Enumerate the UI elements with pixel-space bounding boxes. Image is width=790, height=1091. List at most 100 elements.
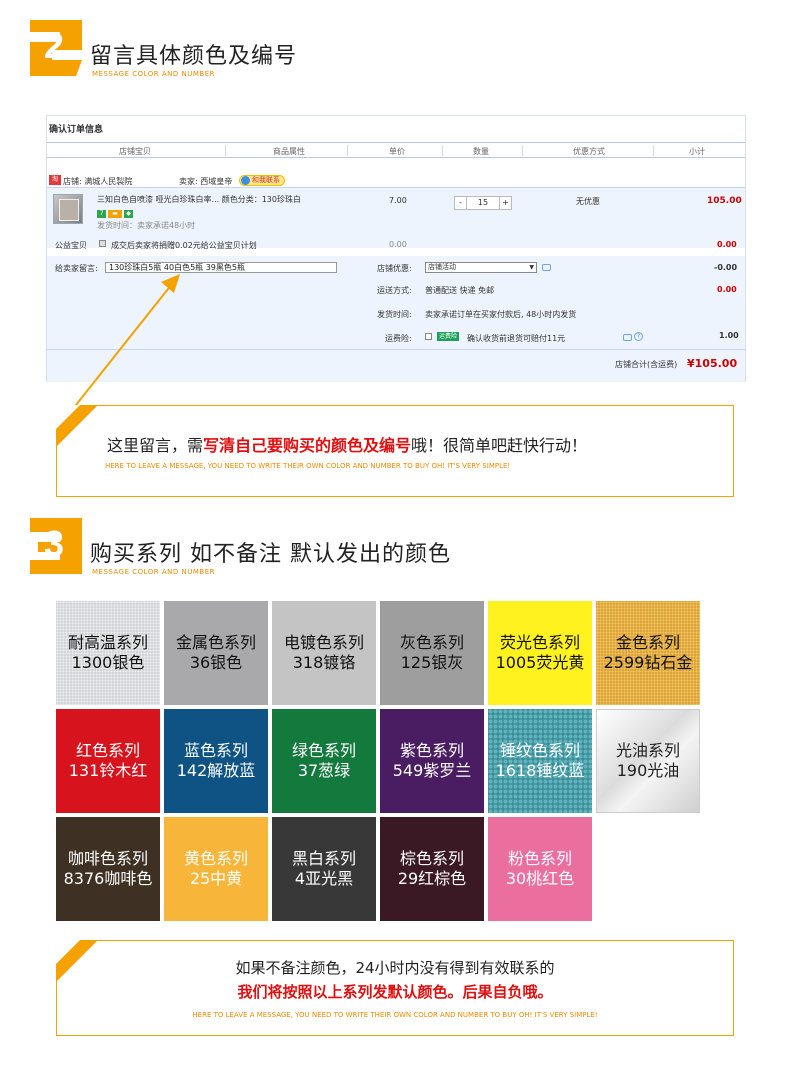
color-swatch: 金属色系列 36银色 <box>164 601 268 705</box>
promo-value: -0.00 <box>714 263 738 272</box>
color-swatch: 电镀色系列 318镀铬 <box>272 601 376 705</box>
contact-seller-button[interactable]: 和我联系 <box>239 175 285 186</box>
chat-icon[interactable] <box>542 264 551 271</box>
col-header-attr: 商品属性 <box>273 147 305 156</box>
color-swatch: 金色系列 2599钻石金 <box>596 601 700 705</box>
color-swatch: 黑白系列 4亚光黑 <box>272 817 376 921</box>
section2-number: 2 <box>44 25 64 66</box>
charity-checkbox[interactable] <box>99 240 106 247</box>
swatch-code: 190光油 <box>616 761 680 780</box>
color-swatch: 粉色系列 30桃红色 <box>488 817 592 921</box>
col-header-subtotal: 小计 <box>689 147 705 156</box>
help-icon[interactable]: ? <box>634 332 643 341</box>
insurance-text: 确认收货前退货可赔付11元 <box>467 334 566 343</box>
swatch-series: 红色系列 <box>75 741 140 760</box>
insurance-checkbox[interactable] <box>425 333 432 340</box>
charity-text: 成交后卖家将捐赠0.02元给公益宝贝计划 <box>111 241 257 250</box>
color-swatch: 紫色系列 549紫罗兰 <box>380 709 484 813</box>
insurance-label: 运费险: <box>385 334 412 343</box>
color-swatch: 棕色系列 29红棕色 <box>380 817 484 921</box>
select-arrow-icon: ▼ <box>529 264 534 271</box>
section-number-2-icon: 2 <box>30 20 82 76</box>
unit-price: 7.00 <box>389 196 407 205</box>
charity-label: 公益宝贝 <box>55 241 87 250</box>
swatch-series: 蓝色系列 <box>183 741 248 760</box>
swatch-series: 电镀色系列 <box>283 633 364 652</box>
delivery-label: 发货时间: <box>377 310 412 319</box>
badge-icon-7: 7 <box>97 210 106 218</box>
swatch-series: 黄色系列 <box>183 849 248 868</box>
col-header-discount: 优惠方式 <box>573 147 605 156</box>
insurance-tag: 运费险 <box>437 332 460 341</box>
wangwang-icon <box>241 176 250 185</box>
charity-row: 公益宝贝 成交后卖家将捐赠0.02元给公益宝贝计划 0.00 0.00 <box>47 234 745 254</box>
swatch-series: 金色系列 <box>615 633 680 652</box>
insurance-price: 1.00 <box>719 331 739 340</box>
notice2-line2: 我们将按照以上系列发默认颜色。后果自负哦。 <box>237 983 553 1001</box>
swatch-code: 30桃红色 <box>505 869 575 888</box>
col-header-item: 店铺宝贝 <box>119 147 151 156</box>
charity-price: 0.00 <box>389 240 407 249</box>
swatch-code: 36银色 <box>189 653 243 672</box>
color-swatch: 咖啡色系列 8376咖啡色 <box>56 817 160 921</box>
total-value: ¥105.00 <box>687 357 738 370</box>
swatch-series: 黑白系列 <box>291 849 356 868</box>
quantity-stepper[interactable]: - 15 + <box>454 196 512 210</box>
delivery-value: 卖家承诺订单在买家付款后, 48小时内发货 <box>425 310 577 319</box>
promo-label: 店铺优惠: <box>377 264 412 273</box>
swatch-code: 29红棕色 <box>397 869 467 888</box>
swatch-code: 1005荧光黄 <box>495 653 585 672</box>
swatch-series: 绿色系列 <box>291 741 356 760</box>
discount-value: 无优惠 <box>576 197 600 206</box>
section3-title: 购买系列 如不备注 默认发出的颜色 <box>90 542 451 567</box>
swatch-series: 紫色系列 <box>399 741 464 760</box>
swatch-code: 2599钻石金 <box>603 653 693 672</box>
item-ship-time: 发货时间：卖家承诺48小时 <box>97 221 196 230</box>
notice2-english: HERE TO LEAVE A MESSAGE, YOU NEED TO WRI… <box>192 1011 598 1019</box>
shop-row: 淘 店铺: 满城人民製院 卖家: 西域皇帝 和我联系 <box>47 174 745 188</box>
swatch-code: 37葱绿 <box>297 761 351 780</box>
section2-subtitle: MESSAGE COLOR AND NUMBER <box>92 70 215 78</box>
swatch-code: 131铃木红 <box>68 761 148 780</box>
notice-box-2: 如果不备注颜色，24小时内没有得到有效联系的 我们将按照以上系列发默认颜色。后果… <box>56 940 734 1036</box>
section3-subtitle: MESSAGE COLOR AND NUMBER <box>92 568 215 576</box>
swatch-code: 1300银色 <box>71 653 145 672</box>
swatch-series: 耐高温系列 <box>67 633 148 652</box>
swatch-code: 125银灰 <box>400 653 464 672</box>
section-number-3-icon: 3 <box>30 518 82 574</box>
order-table-header: 店铺宝贝 商品属性 单价 数量 优惠方式 小计 <box>47 142 745 158</box>
swatch-series: 金属色系列 <box>175 633 256 652</box>
notice-box-1: 这里留言，需写清自己要购买的颜色及编号哦！很简单吧赶快行动！ HERE TO L… <box>56 405 734 497</box>
total-label: 店铺合计(含运费) <box>615 360 678 369</box>
chat-icon[interactable] <box>623 334 632 341</box>
shop-name[interactable]: 店铺: 满城人民製院 <box>63 176 132 187</box>
badge-icon-diamond: ◆ <box>124 210 133 218</box>
col-header-qty: 数量 <box>473 147 489 156</box>
color-swatch: 黄色系列 25中黄 <box>164 817 268 921</box>
swatch-series: 光油系列 <box>615 741 680 760</box>
section2-title: 留言具体颜色及编号 <box>90 44 298 69</box>
ship-method: 普通配送 快递 免邮 <box>425 286 495 295</box>
section3-number: 3 <box>44 523 64 564</box>
promo-select[interactable]: 店铺活动 ▼ <box>425 262 537 273</box>
qty-plus-button[interactable]: + <box>499 197 511 209</box>
product-thumbnail[interactable] <box>53 194 83 224</box>
taobao-logo-icon: 淘 <box>49 175 61 185</box>
swatch-code: 8376咖啡色 <box>63 869 153 888</box>
order-title: 确认订单信息 <box>49 125 104 135</box>
notice1-english: HERE TO LEAVE A MESSAGE, YOU NEED TO WRI… <box>105 462 511 470</box>
color-swatch: 绿色系列 37葱绿 <box>272 709 376 813</box>
qty-value[interactable]: 15 <box>467 197 499 209</box>
qty-minus-button[interactable]: - <box>455 197 467 209</box>
col-header-price: 单价 <box>389 147 405 156</box>
notice1-text: 这里留言，需写清自己要购买的颜色及编号哦！很简单吧赶快行动！ <box>107 436 588 455</box>
color-swatch: 荧光色系列 1005荧光黄 <box>488 601 592 705</box>
notice1-highlight: 写清自己要购买的颜色及编号 <box>203 436 412 455</box>
swatch-code: 318镀铬 <box>292 653 356 672</box>
swatch-series: 棕色系列 <box>399 849 464 868</box>
swatch-code: 1618锤纹蓝 <box>495 761 585 780</box>
swatch-series: 荧光色系列 <box>499 633 580 652</box>
charity-total: 0.00 <box>717 240 737 249</box>
item-title[interactable]: 三知白色自喷漆 哑光白珍珠白率... 颜色分类：130珍珠白 <box>97 194 347 205</box>
notice2-line1: 如果不备注颜色，24小时内没有得到有效联系的 <box>235 959 555 977</box>
